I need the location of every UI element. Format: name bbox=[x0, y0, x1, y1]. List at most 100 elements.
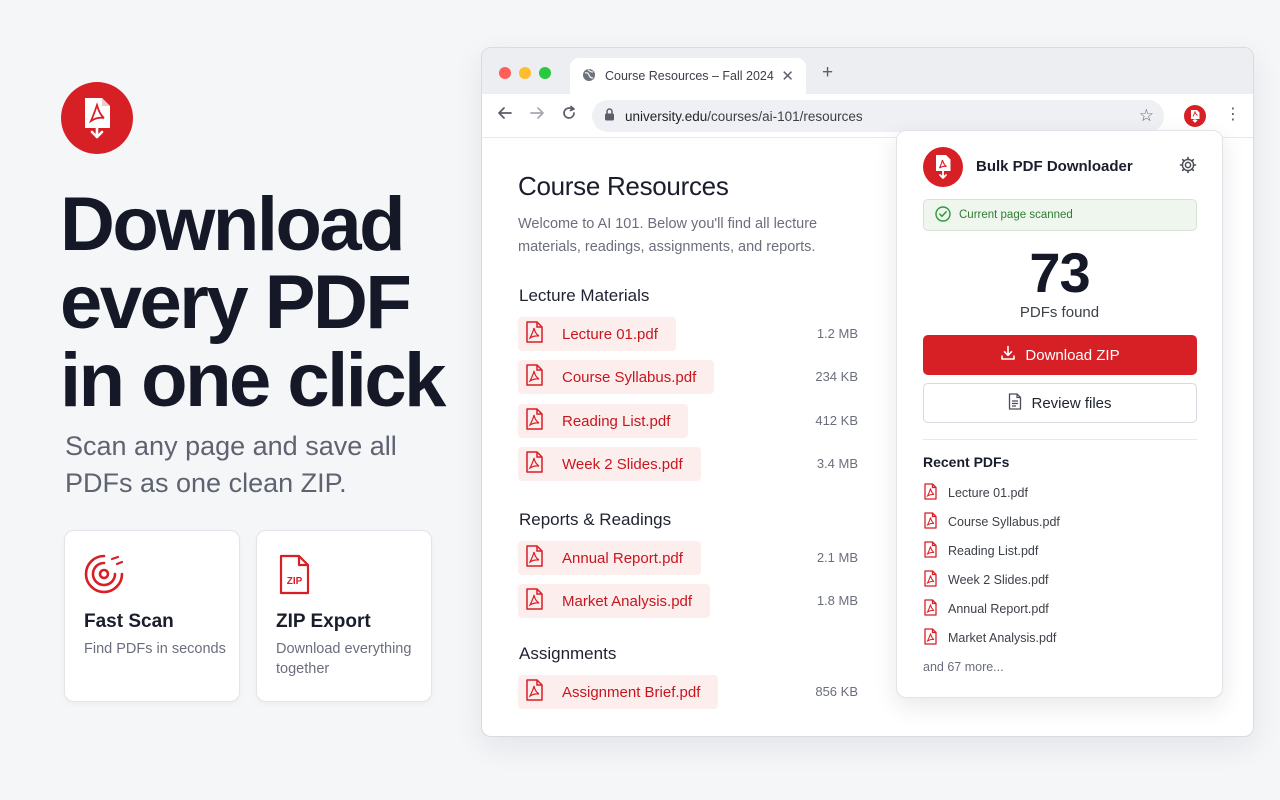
recent-pdf-name: Reading List.pdf bbox=[948, 544, 1039, 558]
file-name: Course Syllabus.pdf bbox=[562, 368, 697, 386]
feature-title: Fast Scan bbox=[84, 611, 174, 632]
recent-pdf-name: Lecture 01.pdf bbox=[948, 486, 1028, 500]
file-link[interactable]: Course Syllabus.pdf bbox=[518, 360, 715, 394]
file-size: 1.8 MB bbox=[816, 593, 858, 608]
section-heading: Lecture Materials bbox=[519, 286, 650, 305]
file-row: Reading List.pdf 412 KB bbox=[518, 404, 858, 438]
more-files-link[interactable]: and 67 more... bbox=[923, 660, 1004, 674]
feature-card-zip-export: ZIP ZIP Export Download everything toget… bbox=[256, 530, 432, 702]
browser-tab[interactable]: Course Resources – Fall 2024 ✕ bbox=[570, 58, 806, 94]
window-minimize-button[interactable] bbox=[519, 67, 531, 79]
pdf-file-icon bbox=[524, 408, 544, 434]
forward-arrow-icon[interactable] bbox=[529, 105, 545, 126]
new-tab-button[interactable]: + bbox=[822, 62, 833, 84]
file-link[interactable]: Annual Report.pdf bbox=[518, 541, 701, 575]
file-row: Market Analysis.pdf 1.8 MB bbox=[518, 584, 858, 618]
page-intro: Welcome to AI 101. Below you'll find all… bbox=[518, 216, 818, 255]
settings-gear-icon[interactable] bbox=[1179, 156, 1197, 179]
file-row: Lecture 01.pdf 1.2 MB bbox=[518, 317, 858, 351]
file-name: Week 2 Slides.pdf bbox=[562, 455, 683, 473]
pdf-file-icon bbox=[923, 541, 938, 561]
pdf-file-icon bbox=[923, 483, 938, 503]
recent-pdf-item[interactable]: Course Syllabus.pdf bbox=[923, 512, 1060, 532]
file-link[interactable]: Assignment Brief.pdf bbox=[518, 675, 719, 709]
recent-pdf-name: Course Syllabus.pdf bbox=[948, 515, 1060, 529]
popup-title: Bulk PDF Downloader bbox=[976, 158, 1133, 175]
extension-pdf-icon[interactable] bbox=[1184, 105, 1206, 127]
download-zip-label: Download ZIP bbox=[1025, 346, 1120, 364]
scan-status-text: Current page scanned bbox=[959, 209, 1073, 221]
back-arrow-icon[interactable] bbox=[497, 105, 513, 126]
app-logo-icon bbox=[61, 82, 133, 154]
hero-subtitle: Scan any page and save all PDFs as one c… bbox=[65, 431, 397, 498]
bookmark-star-icon[interactable]: ☆ bbox=[1139, 106, 1154, 126]
pdf-file-icon bbox=[923, 512, 938, 532]
zip-file-icon: ZIP bbox=[275, 553, 315, 602]
review-files-button[interactable]: Review files bbox=[923, 383, 1197, 423]
file-row: Week 2 Slides.pdf 3.4 MB bbox=[518, 447, 858, 481]
address-bar[interactable]: university.edu/courses/ai-101/resources … bbox=[592, 100, 1164, 132]
file-link[interactable]: Week 2 Slides.pdf bbox=[518, 447, 701, 481]
review-files-label: Review files bbox=[1031, 394, 1112, 412]
reload-icon[interactable] bbox=[561, 105, 577, 126]
recent-pdf-item[interactable]: Market Analysis.pdf bbox=[923, 628, 1056, 648]
recent-pdf-item[interactable]: Week 2 Slides.pdf bbox=[923, 570, 1049, 590]
recent-pdfs-heading: Recent PDFs bbox=[923, 454, 1010, 470]
file-size: 234 KB bbox=[815, 369, 858, 384]
divider bbox=[923, 439, 1197, 440]
url-path: /courses/ai-101/resources bbox=[707, 108, 863, 124]
file-name: Reading List.pdf bbox=[562, 412, 671, 430]
file-name: Annual Report.pdf bbox=[562, 549, 683, 567]
app-logo-icon bbox=[923, 147, 963, 187]
hero-headline-line-3: in one click bbox=[60, 338, 446, 423]
scan-target-icon bbox=[83, 553, 125, 600]
pdf-count-label: PDFs found bbox=[1019, 304, 1100, 321]
document-icon bbox=[1008, 392, 1022, 414]
pdf-file-icon bbox=[524, 321, 544, 347]
recent-pdf-item[interactable]: Reading List.pdf bbox=[923, 541, 1038, 561]
file-size: 1.2 MB bbox=[816, 326, 858, 341]
feature-card-fast-scan: Fast Scan Find PDFs in seconds bbox=[64, 530, 240, 702]
file-link[interactable]: Reading List.pdf bbox=[518, 404, 689, 438]
file-size: 3.4 MB bbox=[816, 456, 858, 471]
scan-status-badge: Current page scanned bbox=[923, 199, 1197, 231]
pdf-file-icon bbox=[524, 451, 544, 477]
feature-description: Download everything together bbox=[276, 641, 412, 677]
pdf-file-icon bbox=[923, 570, 938, 590]
url-host: university.edu bbox=[625, 108, 708, 124]
file-name: Lecture 01.pdf bbox=[562, 325, 658, 343]
tab-bar: Course Resources – Fall 2024 ✕ + bbox=[482, 48, 1253, 94]
feature-title: ZIP Export bbox=[276, 611, 371, 632]
section-heading: Reports & Readings bbox=[519, 510, 672, 529]
pdf-file-icon bbox=[524, 364, 544, 390]
check-circle-icon bbox=[935, 205, 951, 225]
more-menu-icon[interactable]: ⋮ bbox=[1225, 105, 1241, 125]
recent-pdf-name: Market Analysis.pdf bbox=[948, 631, 1057, 645]
download-icon bbox=[1000, 345, 1016, 365]
window-close-button[interactable] bbox=[499, 67, 511, 79]
pdf-file-icon bbox=[524, 588, 544, 614]
file-link[interactable]: Lecture 01.pdf bbox=[518, 317, 676, 351]
page-title: Course Resources bbox=[518, 171, 729, 201]
file-name: Assignment Brief.pdf bbox=[562, 683, 701, 701]
window-maximize-button[interactable] bbox=[539, 67, 551, 79]
file-link[interactable]: Market Analysis.pdf bbox=[518, 584, 711, 618]
hero-headline: Download every PDF in one click bbox=[60, 186, 480, 420]
tab-close-icon[interactable]: ✕ bbox=[781, 67, 794, 85]
file-size: 2.1 MB bbox=[816, 550, 858, 565]
file-size: 412 KB bbox=[815, 413, 858, 428]
file-row: Course Syllabus.pdf 234 KB bbox=[518, 360, 858, 394]
pdf-file-icon bbox=[923, 599, 938, 619]
tab-title: Course Resources – Fall 2024 bbox=[605, 69, 774, 83]
file-row: Annual Report.pdf 2.1 MB bbox=[518, 541, 858, 575]
hero-headline-line-2: every PDF bbox=[60, 260, 412, 345]
download-zip-button[interactable]: Download ZIP bbox=[923, 335, 1197, 375]
pdf-file-icon bbox=[923, 628, 938, 648]
section-heading: Assignments bbox=[519, 644, 617, 663]
pdf-file-icon bbox=[524, 545, 544, 571]
recent-pdf-item[interactable]: Annual Report.pdf bbox=[923, 599, 1049, 619]
hero-headline-line-1: Download bbox=[60, 182, 406, 267]
recent-pdf-item[interactable]: Lecture 01.pdf bbox=[923, 483, 1028, 503]
file-size: 856 KB bbox=[815, 684, 858, 699]
extension-popup: Bulk PDF Downloader Current page scanned… bbox=[896, 130, 1223, 698]
